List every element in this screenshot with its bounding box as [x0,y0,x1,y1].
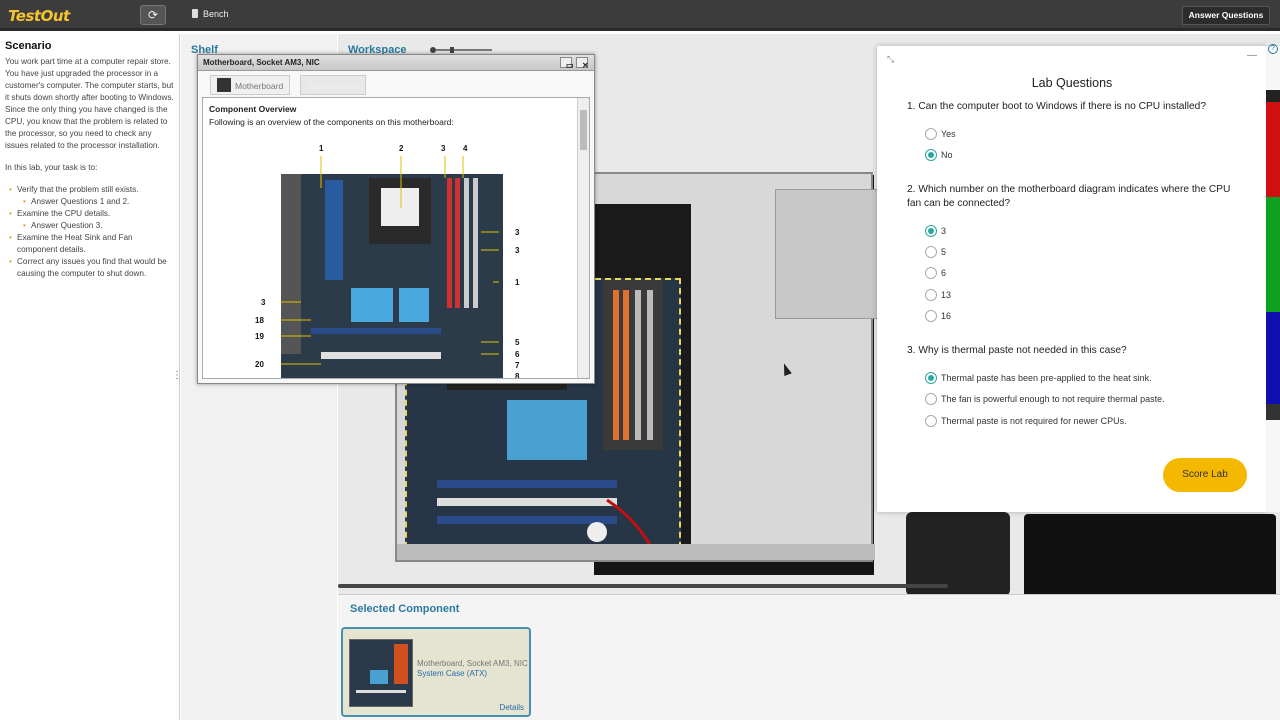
radio-button[interactable] [925,415,937,427]
question-1: 1. Can the computer boot to Windows if t… [907,101,1206,112]
scenario-panel: Scenario You work part time at a compute… [0,34,180,720]
bench-icon [192,9,198,18]
bench-label: Bench [203,9,229,19]
close-icon: ✕ [582,61,589,70]
diagram-label: 7 [515,361,520,370]
lab-questions-panel: ⤡ — Lab Questions 1. Can the computer bo… [877,46,1267,512]
help-icon[interactable]: ? [1268,44,1278,54]
radio-button[interactable] [925,289,937,301]
diagram-label: 1 [319,144,324,153]
option-label: 16 [941,311,952,321]
tab-specifications[interactable]: Specifications [300,75,367,95]
selected-component-panel: Selected Component Motherboard, Socket A… [338,594,1280,720]
task-subitem: Answer Questions 1 and 2. [5,196,174,208]
bench-button[interactable]: Bench [192,9,229,19]
option-label: 6 [941,268,947,278]
minimize-icon[interactable]: — [1247,50,1257,61]
motherboard-diagram: 1 2 3 4 3 3 1 3 18 19 5 6 7 8 20 [255,144,519,378]
task-item: Examine the Heat Sink and Fan component … [5,232,174,256]
diagram-graphic [281,156,503,378]
radio-button[interactable] [925,267,937,279]
top-bar: TestOut ⟳ Bench Answer Questions [0,0,1280,31]
option-label: 5 [941,247,947,257]
window-tabs: Motherboard Specifications [202,75,590,95]
option-label: 13 [941,290,952,300]
diagram-label: 4 [463,144,468,153]
lab-questions-title: Lab Questions [1031,76,1113,90]
tab-motherboard[interactable]: Motherboard [210,75,291,95]
task-list: Verify that the problem still exists. An… [5,184,174,280]
task-item: Correct any issues you find that would b… [5,256,174,280]
answer-questions-button[interactable]: Answer Questions [1182,6,1270,25]
diagram-label: 1 [515,278,520,287]
selected-component-card[interactable]: Motherboard, Socket AM3, NIC System Case… [341,627,531,717]
diagram-label: 19 [255,332,264,341]
selected-component-title: Selected Component [350,603,460,615]
window-restore-button[interactable]: ▭ [560,57,574,70]
refresh-button[interactable]: ⟳ [140,5,166,25]
radio-button[interactable] [925,246,937,258]
question-2: 2. Which number on the motherboard diagr… [907,184,1231,209]
radio-button[interactable] [925,393,937,405]
option-label: Thermal paste is not required for newer … [941,416,1127,426]
refresh-icon: ⟳ [147,8,159,22]
score-lab-button[interactable]: Score Lab [1163,458,1247,492]
diagram-label: 3 [261,298,266,307]
workspace-scrollbar[interactable] [338,584,948,588]
collapse-icon[interactable]: ⤡ [887,54,894,65]
diagram-label: 3 [515,228,520,237]
details-link[interactable]: Details [500,703,524,712]
diagram-label: 20 [255,360,264,369]
restore-icon: ▭ [566,61,574,70]
window-close-button[interactable]: ✕ [576,57,589,70]
testout-logo: TestOut [8,7,70,25]
radio-button-selected[interactable] [925,225,937,237]
tab-motherboard-label: Motherboard [235,81,284,91]
content-text: Following is an overview of the componen… [209,117,454,127]
window-title-bar[interactable]: Motherboard, Socket AM3, NIC ▭ ✕ [198,55,594,71]
diagram-label: 18 [255,316,264,325]
task-subitem: Answer Question 3. [5,220,174,232]
radio-button-selected[interactable] [925,149,937,161]
thumbnail-graphic [350,640,412,706]
window-content: Component Overview Following is an overv… [202,97,590,379]
selected-component-name: Motherboard, Socket AM3, NIC [417,659,528,668]
scenario-title: Scenario [5,40,52,52]
diagram-label: 6 [515,350,520,359]
panel-resize-handle[interactable]: ⋮ [172,368,182,384]
radio-button[interactable] [925,128,937,140]
content-heading: Component Overview [209,104,297,114]
diagram-label: 8 [515,372,520,379]
scenario-intro: You work part time at a computer repair … [5,57,174,150]
radio-button[interactable] [925,310,937,322]
radio-button-selected[interactable] [925,372,937,384]
component-details-window: Motherboard, Socket AM3, NIC ▭ ✕ Motherb… [197,54,595,384]
scrollbar-thumb[interactable] [580,110,587,150]
selected-component-location[interactable]: System Case (ATX) [417,669,487,678]
option-label: 3 [941,226,947,236]
monitor-colorbars [1266,90,1280,420]
diagram-label: 2 [399,144,404,153]
zoom-slider[interactable] [430,47,498,53]
content-scrollbar[interactable] [577,98,589,378]
drive-bay[interactable] [775,189,883,319]
option-label: No [941,150,953,160]
task-item: Examine the CPU details. [5,208,174,220]
option-label: Thermal paste has been pre-applied to th… [941,373,1152,383]
option-label: Yes [941,129,956,139]
scenario-task-intro: In this lab, your task is to: [5,163,98,172]
motherboard-icon [217,78,231,92]
diagram-label: 3 [441,144,446,153]
diagram-label: 5 [515,338,520,347]
case-bottom-rail [397,544,875,560]
diagram-label: 3 [515,246,520,255]
window-title: Motherboard, Socket AM3, NIC [203,58,320,67]
motherboard-thumbnail [349,639,413,707]
question-3: 3. Why is thermal paste not needed in th… [907,345,1127,356]
option-label: The fan is powerful enough to not requir… [941,394,1165,404]
task-item: Verify that the problem still exists. [5,184,174,196]
